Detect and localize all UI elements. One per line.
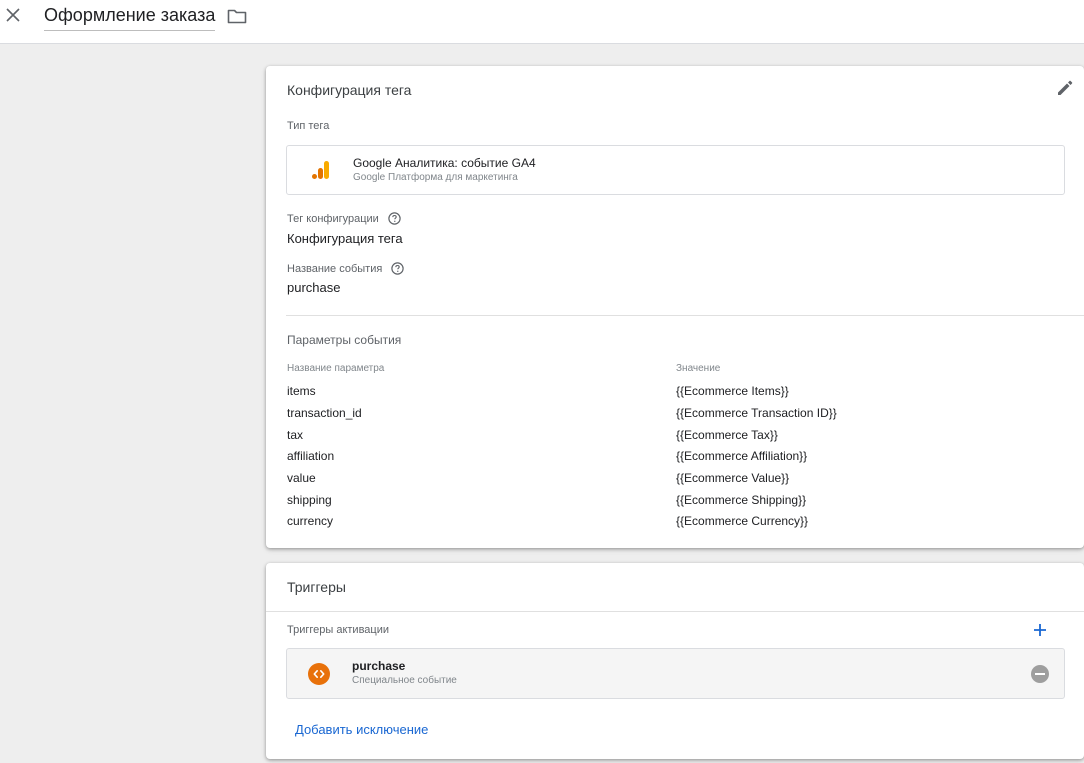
config-tag-value: Конфигурация тега [287, 231, 403, 246]
folder-icon[interactable] [227, 7, 247, 25]
param-name: items [287, 384, 316, 398]
param-row: shipping {{Ecommerce Shipping}} [287, 493, 1067, 513]
param-row: currency {{Ecommerce Currency}} [287, 514, 1067, 534]
param-row: affiliation {{Ecommerce Affiliation}} [287, 449, 1067, 469]
page-title[interactable]: Оформление заказа [44, 6, 215, 31]
trigger-name: purchase [352, 659, 406, 673]
tag-type-subtitle: Google Платформа для маркетинга [353, 172, 518, 183]
config-tag-label: Тег конфигурации [287, 212, 401, 225]
param-name-column-header: Название параметра [287, 363, 385, 374]
top-bar: Оформление заказа [0, 0, 1084, 44]
ga4-analytics-icon [312, 161, 329, 179]
tag-configuration-card: Конфигурация тега Тип тега Google Аналит… [266, 66, 1084, 548]
add-exception-link[interactable]: Добавить исключение [295, 722, 428, 737]
param-value: {{Ecommerce Tax}} [676, 428, 778, 442]
param-name: value [287, 471, 316, 485]
param-row: value {{Ecommerce Value}} [287, 471, 1067, 491]
add-trigger-plus-icon[interactable] [1032, 622, 1048, 638]
param-row: items {{Ecommerce Items}} [287, 384, 1067, 404]
param-value: {{Ecommerce Items}} [676, 384, 789, 398]
param-value: {{Ecommerce Affiliation}} [676, 449, 808, 463]
param-row: transaction_id {{Ecommerce Transaction I… [287, 406, 1067, 426]
param-value-column-header: Значение [676, 363, 721, 374]
event-name-label: Название события [287, 262, 405, 275]
divider [286, 315, 1084, 316]
card-title: Конфигурация тега [287, 82, 412, 98]
help-icon[interactable] [388, 212, 401, 225]
param-value: {{Ecommerce Shipping}} [676, 493, 807, 507]
param-name: tax [287, 428, 304, 442]
trigger-type: Специальное событие [352, 675, 457, 686]
custom-event-icon [308, 663, 330, 685]
event-name-label-text: Название события [287, 263, 383, 275]
param-name: affiliation [287, 449, 335, 463]
param-row: tax {{Ecommerce Tax}} [287, 428, 1067, 448]
tag-type-selector[interactable]: Google Аналитика: событие GA4 Google Пла… [286, 145, 1065, 195]
triggers-card: Триггеры Триггеры активации purchase Спе… [266, 563, 1084, 759]
event-name-value: purchase [287, 280, 341, 295]
param-name: currency [287, 514, 334, 528]
param-value: {{Ecommerce Transaction ID}} [676, 406, 837, 420]
edit-pencil-icon[interactable] [1055, 78, 1075, 98]
firing-triggers-label: Триггеры активации [287, 624, 390, 636]
trigger-item[interactable]: purchase Специальное событие [286, 648, 1065, 699]
param-name: transaction_id [287, 406, 362, 420]
card-title: Триггеры [287, 579, 346, 595]
config-tag-label-text: Тег конфигурации [287, 213, 379, 225]
remove-trigger-icon[interactable] [1031, 665, 1049, 683]
param-name: shipping [287, 493, 332, 507]
tag-type-name: Google Аналитика: событие GA4 [353, 156, 536, 170]
tag-type-label: Тип тега [287, 120, 330, 132]
param-value: {{Ecommerce Value}} [676, 471, 790, 485]
close-icon[interactable] [4, 6, 22, 24]
param-value: {{Ecommerce Currency}} [676, 514, 809, 528]
event-params-title: Параметры события [287, 333, 402, 347]
help-icon[interactable] [391, 262, 405, 275]
divider [266, 611, 1084, 612]
